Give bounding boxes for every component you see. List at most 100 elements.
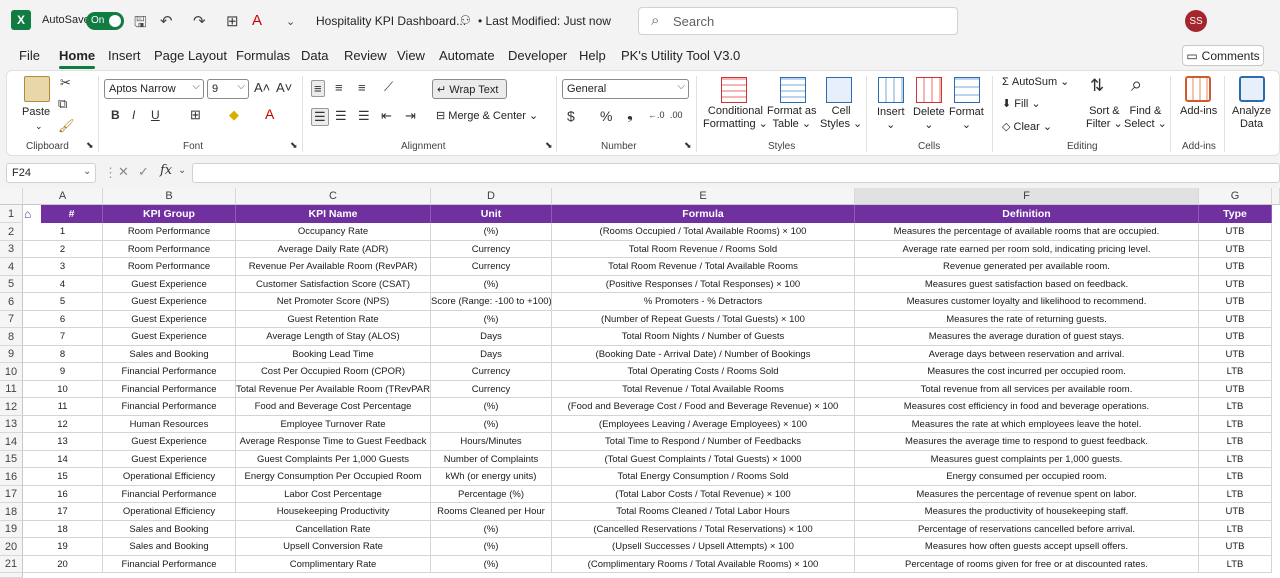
conditional-formatting-icon[interactable] [721, 77, 747, 103]
table-cell[interactable]: Measures the percentage of revenue spent… [855, 486, 1199, 503]
table-cell[interactable]: Measures the rate of returning guests. [855, 311, 1199, 328]
row-header[interactable]: 20 [0, 538, 23, 556]
table-cell[interactable]: 4 [23, 276, 103, 293]
table-cell[interactable]: Financial Performance [103, 556, 236, 573]
percent-icon[interactable]: % [600, 108, 612, 124]
table-cell[interactable]: Total Revenue / Total Available Rooms [552, 381, 855, 398]
row-header[interactable]: 14 [0, 433, 23, 451]
table-cell[interactable]: UTB [1199, 293, 1272, 311]
orientation-icon[interactable]: ⟋ [384, 79, 393, 95]
row-header[interactable] [0, 573, 23, 578]
home-icon[interactable]: ⌂ [24, 208, 40, 220]
table-cell[interactable]: LTB [1199, 468, 1272, 486]
table-cell[interactable]: Revenue generated per available room. [855, 258, 1199, 276]
delete-cells-button[interactable]: Delete ⌄ [913, 106, 945, 132]
table-cell[interactable]: Revenue Per Available Room (RevPAR) [236, 258, 431, 276]
table-cell[interactable]: Energy Consumption Per Occupied Room [236, 468, 431, 486]
table-cell[interactable]: 3 [23, 258, 103, 276]
enter-icon[interactable]: ✓ [138, 164, 149, 180]
table-cell[interactable]: Sales and Booking [103, 538, 236, 556]
header-cell[interactable]: KPI Name [236, 205, 431, 223]
row-header[interactable]: 9 [0, 346, 23, 363]
table-cell[interactable]: UTB [1199, 346, 1272, 363]
table-cell[interactable]: 14 [23, 451, 103, 468]
header-cell[interactable]: Unit [431, 205, 552, 223]
table-cell[interactable]: 20 [23, 556, 103, 573]
table-cell[interactable]: LTB [1199, 433, 1272, 451]
font-launcher-icon[interactable]: ⬊ [290, 140, 298, 151]
cell-styles-icon[interactable] [826, 77, 852, 103]
column-header-h[interactable] [1272, 188, 1280, 205]
table-cell[interactable]: Measures guest complaints per 1,000 gues… [855, 451, 1199, 468]
row-header[interactable]: 2 [0, 223, 23, 241]
insert-cells-icon[interactable] [878, 77, 904, 103]
customize-toolbar-icon[interactable]: ⌄ [286, 15, 295, 28]
table-cell[interactable]: (Booking Date - Arrival Date) / Number o… [552, 346, 855, 363]
decrease-decimal-icon[interactable]: .00 [670, 110, 683, 120]
analyze-data-button[interactable]: Analyze Data [1232, 105, 1271, 131]
row-header[interactable]: 15 [0, 451, 23, 468]
table-cell[interactable]: (%) [431, 556, 552, 573]
table-cell[interactable]: (%) [431, 521, 552, 538]
table-cell[interactable]: LTB [1199, 451, 1272, 468]
table-cell[interactable]: (Total Guest Complaints / Total Guests) … [552, 451, 855, 468]
table-cell[interactable]: Measures customer loyalty and likelihood… [855, 293, 1199, 311]
tab-file[interactable]: File [19, 48, 40, 63]
table-cell[interactable]: Food and Beverage Cost Percentage [236, 398, 431, 416]
table-cell[interactable]: (%) [431, 276, 552, 293]
table-cell[interactable]: Number of Complaints [431, 451, 552, 468]
align-bottom-icon[interactable]: ≡ [358, 80, 366, 95]
column-header-f[interactable]: F [855, 188, 1199, 205]
table-cell[interactable]: Measures guest satisfaction based on fee… [855, 276, 1199, 293]
table-cell[interactable]: Financial Performance [103, 363, 236, 381]
borders-icon[interactable]: ⊞ [190, 107, 201, 123]
table-cell[interactable]: LTB [1199, 521, 1272, 538]
table-cell[interactable]: Measures the cost incurred per occupied … [855, 363, 1199, 381]
row-header[interactable]: 13 [0, 416, 23, 433]
table-cell[interactable]: 18 [23, 521, 103, 538]
tab-pk-utility[interactable]: PK's Utility Tool V3.0 [621, 48, 740, 63]
sort-filter-button[interactable]: Sort & Filter ⌄ [1086, 105, 1123, 131]
tab-automate[interactable]: Automate [439, 48, 495, 63]
table-cell[interactable]: Financial Performance [103, 381, 236, 398]
table-cell[interactable]: Booking Lead Time [236, 346, 431, 363]
table-cell[interactable]: Total Room Revenue / Rooms Sold [552, 241, 855, 258]
table-cell[interactable]: (%) [431, 416, 552, 433]
table-cell[interactable]: LTB [1199, 556, 1272, 573]
table-cell[interactable]: 1 [23, 223, 103, 241]
table-cell[interactable]: Total Room Nights / Number of Guests [552, 328, 855, 346]
table-cell[interactable]: Days [431, 346, 552, 363]
save-icon[interactable]: 🖫 [134, 12, 147, 37]
row-header[interactable]: 17 [0, 486, 23, 503]
insert-function-icon[interactable]: fx [160, 163, 172, 178]
paste-dropdown-icon[interactable]: ⌄ [35, 120, 43, 133]
table-cell[interactable]: 11 [23, 398, 103, 416]
table-cell[interactable]: Total Operating Costs / Rooms Sold [552, 363, 855, 381]
table-cell[interactable]: Human Resources [103, 416, 236, 433]
paste-icon[interactable] [24, 76, 50, 102]
row-header[interactable]: 3 [0, 241, 23, 258]
table-cell[interactable]: Financial Performance [103, 398, 236, 416]
table-cell[interactable]: Guest Experience [103, 433, 236, 451]
number-format-select[interactable]: General [562, 79, 689, 99]
decrease-indent-icon[interactable]: ⇤ [381, 108, 392, 124]
number-launcher-icon[interactable]: ⬊ [684, 140, 692, 151]
undo-icon[interactable]: ↶ [160, 12, 173, 30]
redo-icon[interactable]: ↷ [193, 12, 206, 30]
cancel-icon[interactable]: ✕ [118, 164, 129, 180]
column-header-e[interactable]: E [552, 188, 855, 205]
increase-decimal-icon[interactable]: ←.0 [648, 110, 665, 120]
format-as-table-icon[interactable] [780, 77, 806, 103]
tab-home[interactable]: Home [59, 48, 96, 69]
table-cell[interactable]: UTB [1199, 328, 1272, 346]
table-cell[interactable]: Operational Efficiency [103, 503, 236, 521]
search-box[interactable]: ⌕ Search [638, 7, 958, 35]
align-middle-icon[interactable]: ≡ [335, 80, 343, 95]
increase-indent-icon[interactable]: ⇥ [405, 108, 416, 124]
tab-page-layout[interactable]: Page Layout [154, 48, 227, 63]
font-color-icon[interactable]: A [252, 12, 262, 29]
table-cell[interactable]: Operational Efficiency [103, 468, 236, 486]
table-cell[interactable]: Room Performance [103, 258, 236, 276]
table-cell[interactable]: Guest Experience [103, 276, 236, 293]
table-cell[interactable]: 10 [23, 381, 103, 398]
